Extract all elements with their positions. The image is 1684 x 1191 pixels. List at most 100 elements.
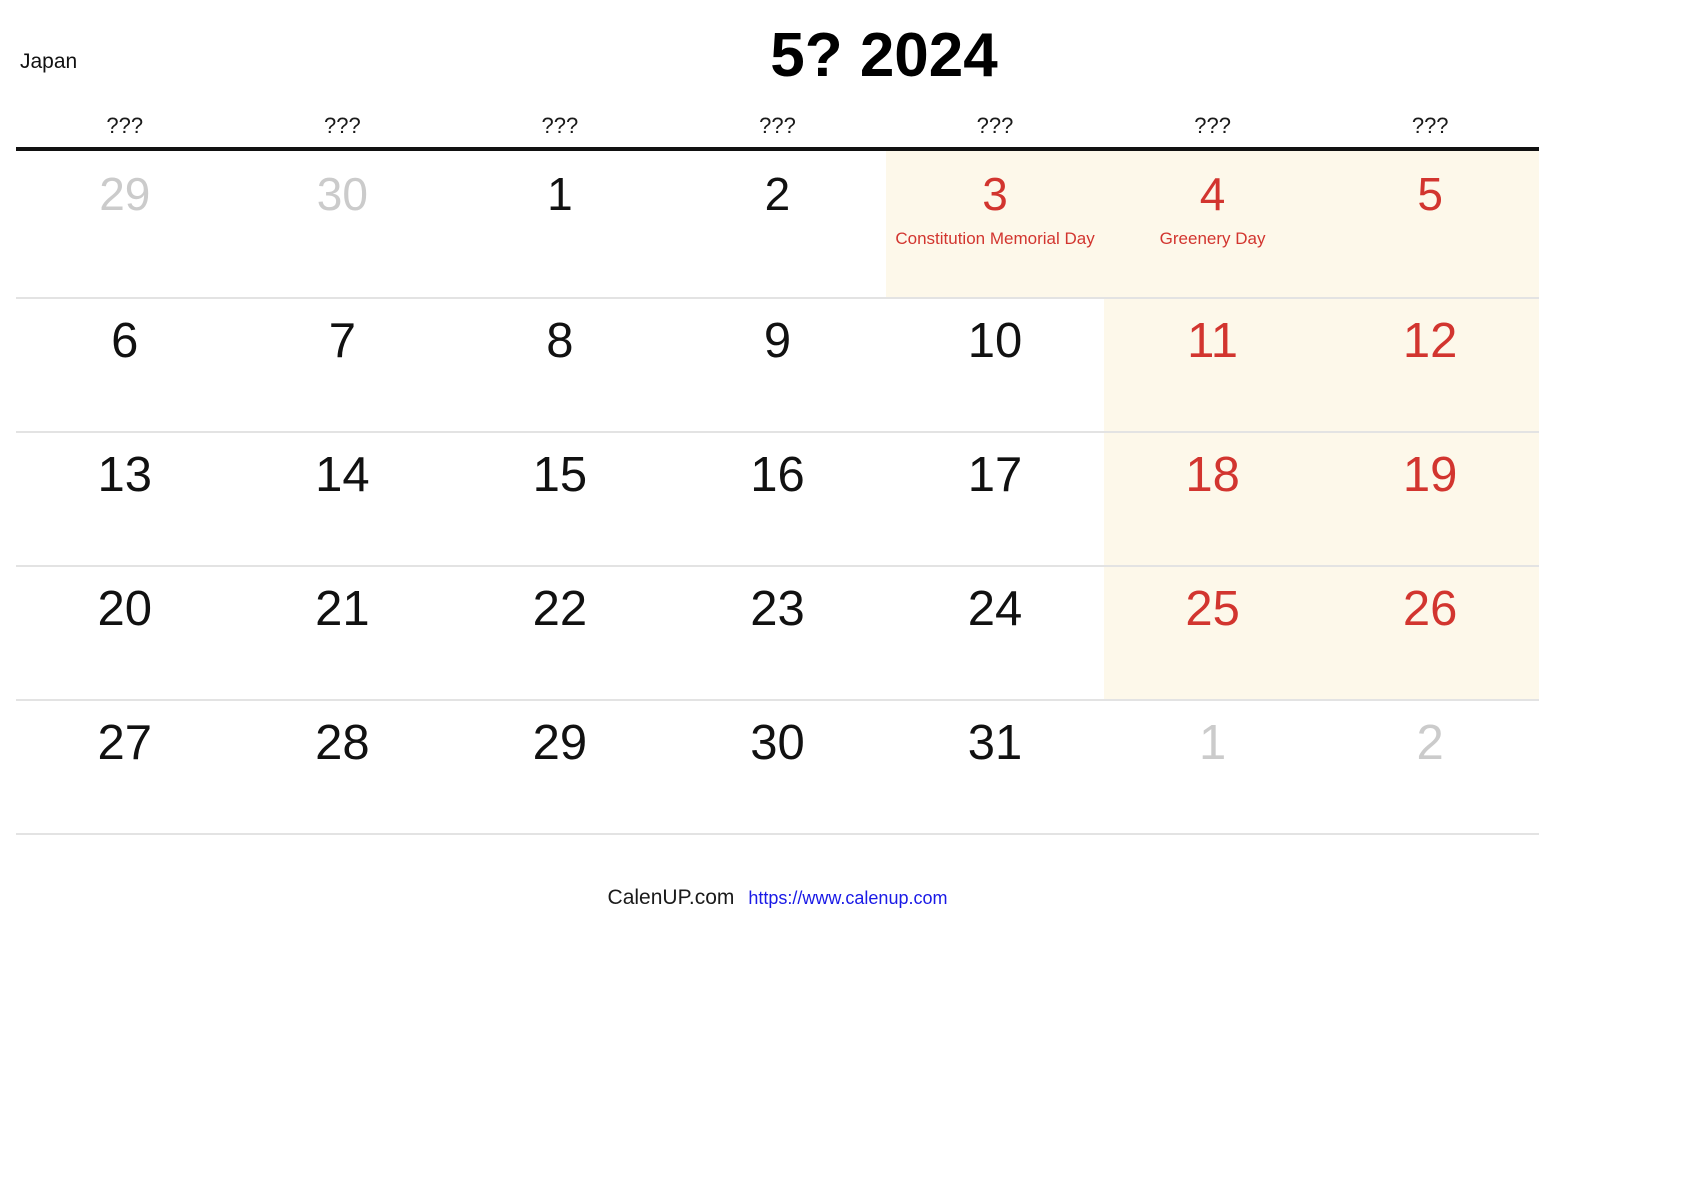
day-cell[interactable]: 30	[233, 149, 452, 299]
day-cell-inner: 9	[669, 299, 887, 431]
day-cell-inner: 29	[451, 701, 669, 833]
calendar-week-row: 27 28 29 30 31 1 2	[16, 700, 1539, 835]
calendar-week-row: 6 7 8 9 10 11 12	[16, 298, 1539, 433]
day-cell[interactable]: 15	[451, 432, 669, 567]
day-cell[interactable]: 28	[233, 700, 452, 835]
day-cell[interactable]: 31	[886, 700, 1104, 835]
holiday-label: Greenery Day	[1159, 229, 1266, 248]
day-number: 6	[111, 314, 139, 368]
day-cell-inner: 2	[1321, 701, 1539, 833]
day-cell-inner: 10	[886, 299, 1104, 431]
day-cell[interactable]: 18	[1103, 432, 1322, 567]
day-cell[interactable]: 1	[1103, 700, 1322, 835]
day-cell[interactable]: 10	[886, 298, 1104, 433]
weekday-header-2: ???	[451, 105, 669, 151]
weekday-header-0: ???	[16, 105, 234, 151]
day-cell-inner: 16	[669, 433, 887, 565]
day-number: 25	[1185, 582, 1240, 636]
day-number: 23	[750, 582, 805, 636]
weekday-header-6: ???	[1321, 105, 1539, 151]
page-title: 5? 2024	[770, 21, 998, 90]
day-cell-inner: 30	[669, 701, 887, 833]
day-cell[interactable]: 19	[1321, 432, 1539, 567]
calendar-week-row: 29 30 1 2 3 Constitution Memorial Day 4 Greener…	[16, 149, 1539, 299]
day-number: 8	[546, 314, 574, 368]
calendar-body: 29 30 1 2 3 Constitution Memorial Day 4 Greener…	[16, 149, 1539, 835]
day-cell-inner: 23	[669, 567, 887, 699]
day-cell[interactable]: 20	[16, 566, 234, 701]
day-cell[interactable]: 4 Greenery Day	[1103, 149, 1322, 299]
calendar-grid: ????????????????????? 29 30 1 2 3 Constitutio…	[16, 105, 1539, 835]
day-number: 1	[547, 168, 573, 220]
day-cell[interactable]: 26	[1321, 566, 1539, 701]
day-number: 9	[763, 314, 792, 368]
day-cell[interactable]: 2	[1321, 700, 1539, 835]
day-number: 13	[97, 448, 153, 502]
day-cell-inner: 11	[1104, 299, 1322, 431]
day-cell[interactable]: 9	[668, 298, 887, 433]
day-number: 12	[1402, 314, 1458, 368]
day-number: 28	[315, 716, 370, 770]
day-cell-inner: 6	[16, 299, 234, 431]
day-number: 21	[315, 582, 370, 636]
day-cell[interactable]: 12	[1321, 298, 1539, 433]
day-cell-inner: 4 Greenery Day	[1104, 151, 1322, 297]
day-number: 1	[1198, 716, 1227, 770]
day-number: 14	[315, 448, 370, 502]
day-number: 2	[1416, 716, 1444, 770]
day-number: 30	[750, 716, 805, 770]
day-cell-inner: 30	[234, 151, 452, 297]
day-cell-inner: 29	[16, 151, 234, 297]
day-number: 29	[532, 716, 588, 770]
day-number: 16	[750, 448, 805, 502]
day-cell[interactable]: 30	[668, 700, 887, 835]
day-cell[interactable]: 17	[886, 432, 1104, 567]
day-cell[interactable]: 16	[668, 432, 887, 567]
day-cell-inner: 19	[1321, 433, 1539, 565]
day-cell-inner: 22	[451, 567, 669, 699]
weekday-header-5: ???	[1103, 105, 1322, 151]
day-number: 26	[1402, 582, 1458, 636]
day-cell[interactable]: 25	[1103, 566, 1322, 701]
day-cell[interactable]: 29	[16, 149, 234, 299]
calendar-week-row: 13 14 15 16 17 18 19	[16, 432, 1539, 567]
day-cell-inner: 13	[16, 433, 234, 565]
day-cell[interactable]: 11	[1103, 298, 1322, 433]
weekday-header-1: ???	[233, 105, 452, 151]
day-cell-inner: 3 Constitution Memorial Day	[886, 151, 1104, 297]
day-number: 11	[1187, 314, 1239, 368]
day-cell-inner: 7	[234, 299, 452, 431]
day-cell[interactable]: 14	[233, 432, 452, 567]
brand-url-link[interactable]: https://www.calenup.com	[748, 888, 947, 908]
day-cell[interactable]: 27	[16, 700, 234, 835]
day-cell-inner: 1	[1104, 701, 1322, 833]
day-number: 29	[99, 168, 151, 220]
day-number: 24	[967, 582, 1023, 636]
day-cell[interactable]: 6	[16, 298, 234, 433]
day-cell[interactable]: 23	[668, 566, 887, 701]
day-number: 10	[967, 314, 1023, 368]
brand-name: CalenUP.com	[607, 886, 735, 909]
day-number: 3	[982, 168, 1008, 220]
day-cell[interactable]: 21	[233, 566, 452, 701]
day-cell[interactable]: 22	[451, 566, 669, 701]
day-cell-inner: 2	[669, 151, 887, 297]
day-cell-inner: 25	[1104, 567, 1322, 699]
calendar-week-row: 20 21 22 23 24 25 26	[16, 566, 1539, 701]
day-cell-inner: 21	[234, 567, 452, 699]
day-cell[interactable]: 5	[1321, 149, 1539, 299]
day-cell[interactable]: 8	[451, 298, 669, 433]
day-number: 31	[967, 716, 1023, 770]
day-cell[interactable]: 13	[16, 432, 234, 567]
day-cell[interactable]: 7	[233, 298, 452, 433]
day-cell-inner: 28	[234, 701, 452, 833]
day-cell[interactable]: 24	[886, 566, 1104, 701]
weekday-header-3: ???	[668, 105, 887, 151]
day-cell[interactable]: 3 Constitution Memorial Day	[886, 149, 1104, 299]
day-cell-inner: 20	[16, 567, 234, 699]
day-cell[interactable]: 2	[668, 149, 887, 299]
day-number: 30	[316, 168, 368, 220]
day-number: 27	[97, 716, 153, 770]
day-cell[interactable]: 1	[451, 149, 669, 299]
day-cell[interactable]: 29	[451, 700, 669, 835]
